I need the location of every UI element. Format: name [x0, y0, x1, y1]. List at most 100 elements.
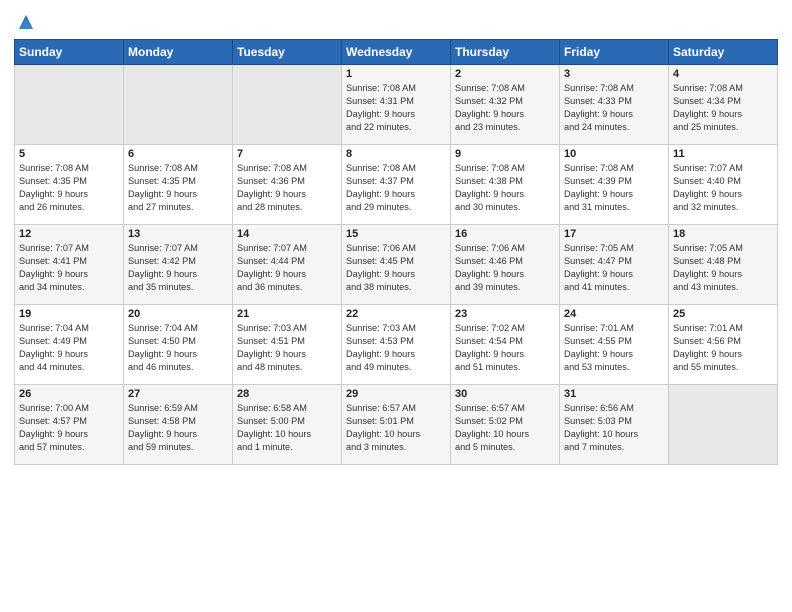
calendar-cell: 11 Sunrise: 7:07 AM Sunset: 4:40 PM Dayli…: [669, 145, 778, 225]
day-number: 20: [128, 308, 228, 320]
week-row-3: 19 Sunrise: 7:04 AM Sunset: 4:49 PM Dayli…: [15, 305, 778, 385]
calendar-cell: 15Sunrise: 7:06 AM Sunset: 4:45 PM Dayli…: [342, 225, 451, 305]
day-info: Sunrise: 7:08 AM Sunset: 4:34 PM Dayligh…: [673, 82, 773, 134]
day-info: Sunrise: 7:00 AM Sunset: 4:57 PM Dayligh…: [19, 402, 119, 454]
weekday-header-saturday: Saturday: [669, 40, 778, 65]
weekday-header-monday: Monday: [124, 40, 233, 65]
logo-text: [14, 10, 37, 33]
day-number: 22: [346, 308, 446, 320]
weekday-header-sunday: Sunday: [15, 40, 124, 65]
day-info: Sunrise: 7:04 AM Sunset: 4:49 PM Dayligh…: [19, 322, 119, 374]
calendar-cell: 10 Sunrise: 7:08 AM Sunset: 4:39 PM Dayli…: [560, 145, 669, 225]
day-info: Sunrise: 6:58 AM Sunset: 5:00 PM Dayligh…: [237, 402, 337, 454]
calendar-cell: 19 Sunrise: 7:04 AM Sunset: 4:49 PM Dayli…: [15, 305, 124, 385]
calendar-cell: 21 Sunrise: 7:03 AM Sunset: 4:51 PM Dayli…: [233, 305, 342, 385]
calendar-table: SundayMondayTuesdayWednesdayThursdayFrid…: [14, 39, 778, 465]
day-number: 29: [346, 388, 446, 400]
weekday-header-wednesday: Wednesday: [342, 40, 451, 65]
day-number: 16: [455, 228, 555, 240]
calendar-cell: 22 Sunrise: 7:03 AM Sunset: 4:53 PM Dayli…: [342, 305, 451, 385]
calendar-cell: 28 Sunrise: 6:58 AM Sunset: 5:00 PM Dayli…: [233, 385, 342, 465]
day-number: 14: [237, 228, 337, 240]
day-number: 21: [237, 308, 337, 320]
day-info: Sunrise: 7:05 AM Sunset: 4:47 PM Dayligh…: [564, 242, 664, 294]
day-info: Sunrise: 7:03 AM Sunset: 4:51 PM Dayligh…: [237, 322, 337, 374]
day-number: 10: [564, 148, 664, 160]
calendar-cell: 27Sunrise: 6:59 AM Sunset: 4:58 PM Dayli…: [124, 385, 233, 465]
weekday-header-friday: Friday: [560, 40, 669, 65]
header: [14, 10, 778, 31]
day-info: Sunrise: 7:07 AM Sunset: 4:42 PM Dayligh…: [128, 242, 228, 294]
day-info: Sunrise: 7:01 AM Sunset: 4:56 PM Dayligh…: [673, 322, 773, 374]
day-info: Sunrise: 7:08 AM Sunset: 4:39 PM Dayligh…: [564, 162, 664, 214]
calendar-cell: 20 Sunrise: 7:04 AM Sunset: 4:50 PM Dayli…: [124, 305, 233, 385]
calendar-cell: 23Sunrise: 7:02 AM Sunset: 4:54 PM Dayli…: [451, 305, 560, 385]
day-number: 9: [455, 148, 555, 160]
week-row-2: 12 Sunrise: 7:07 AM Sunset: 4:41 PM Dayli…: [15, 225, 778, 305]
calendar-cell: 12 Sunrise: 7:07 AM Sunset: 4:41 PM Dayli…: [15, 225, 124, 305]
day-info: Sunrise: 6:57 AM Sunset: 5:02 PM Dayligh…: [455, 402, 555, 454]
calendar-cell: 3 Sunrise: 7:08 AM Sunset: 4:33 PM Daylig…: [560, 65, 669, 145]
calendar-cell: [233, 65, 342, 145]
day-number: 13: [128, 228, 228, 240]
calendar-cell: 14 Sunrise: 7:07 AM Sunset: 4:44 PM Dayli…: [233, 225, 342, 305]
day-info: Sunrise: 7:01 AM Sunset: 4:55 PM Dayligh…: [564, 322, 664, 374]
day-info: Sunrise: 7:08 AM Sunset: 4:31 PM Dayligh…: [346, 82, 446, 134]
calendar-cell: 17 Sunrise: 7:05 AM Sunset: 4:47 PM Dayli…: [560, 225, 669, 305]
day-number: 4: [673, 68, 773, 80]
day-number: 25: [673, 308, 773, 320]
day-info: Sunrise: 7:07 AM Sunset: 4:41 PM Dayligh…: [19, 242, 119, 294]
calendar-cell: 16 Sunrise: 7:06 AM Sunset: 4:46 PM Dayli…: [451, 225, 560, 305]
day-number: 31: [564, 388, 664, 400]
calendar-cell: [15, 65, 124, 145]
page-container: SundayMondayTuesdayWednesdayThursdayFrid…: [0, 0, 792, 473]
calendar-cell: 1 Sunrise: 7:08 AM Sunset: 4:31 PM Daylig…: [342, 65, 451, 145]
day-number: 8: [346, 148, 446, 160]
week-row-0: 1 Sunrise: 7:08 AM Sunset: 4:31 PM Daylig…: [15, 65, 778, 145]
day-info: Sunrise: 7:08 AM Sunset: 4:35 PM Dayligh…: [128, 162, 228, 214]
calendar-cell: 25 Sunrise: 7:01 AM Sunset: 4:56 PM Dayli…: [669, 305, 778, 385]
day-info: Sunrise: 7:03 AM Sunset: 4:53 PM Dayligh…: [346, 322, 446, 374]
day-info: Sunrise: 7:07 AM Sunset: 4:44 PM Dayligh…: [237, 242, 337, 294]
day-info: Sunrise: 7:08 AM Sunset: 4:32 PM Dayligh…: [455, 82, 555, 134]
calendar-cell: 24 Sunrise: 7:01 AM Sunset: 4:55 PM Dayli…: [560, 305, 669, 385]
calendar-cell: 7Sunrise: 7:08 AM Sunset: 4:36 PM Daylig…: [233, 145, 342, 225]
day-info: Sunrise: 7:08 AM Sunset: 4:38 PM Dayligh…: [455, 162, 555, 214]
day-info: Sunrise: 6:56 AM Sunset: 5:03 PM Dayligh…: [564, 402, 664, 454]
day-number: 6: [128, 148, 228, 160]
day-number: 17: [564, 228, 664, 240]
day-number: 27: [128, 388, 228, 400]
day-info: Sunrise: 7:04 AM Sunset: 4:50 PM Dayligh…: [128, 322, 228, 374]
weekday-header-thursday: Thursday: [451, 40, 560, 65]
calendar-cell: 9 Sunrise: 7:08 AM Sunset: 4:38 PM Daylig…: [451, 145, 560, 225]
day-number: 12: [19, 228, 119, 240]
day-info: Sunrise: 7:05 AM Sunset: 4:48 PM Dayligh…: [673, 242, 773, 294]
calendar-cell: 2Sunrise: 7:08 AM Sunset: 4:32 PM Daylig…: [451, 65, 560, 145]
calendar-cell: 5Sunrise: 7:08 AM Sunset: 4:35 PM Daylig…: [15, 145, 124, 225]
day-info: Sunrise: 7:08 AM Sunset: 4:33 PM Dayligh…: [564, 82, 664, 134]
day-number: 3: [564, 68, 664, 80]
day-number: 1: [346, 68, 446, 80]
calendar-cell: 13 Sunrise: 7:07 AM Sunset: 4:42 PM Dayli…: [124, 225, 233, 305]
day-info: Sunrise: 7:06 AM Sunset: 4:46 PM Dayligh…: [455, 242, 555, 294]
calendar-cell: 30 Sunrise: 6:57 AM Sunset: 5:02 PM Dayli…: [451, 385, 560, 465]
calendar-cell: 29 Sunrise: 6:57 AM Sunset: 5:01 PM Dayli…: [342, 385, 451, 465]
weekday-header-tuesday: Tuesday: [233, 40, 342, 65]
logo-icon: [15, 11, 37, 33]
day-number: 11: [673, 148, 773, 160]
day-info: Sunrise: 7:07 AM Sunset: 4:40 PM Dayligh…: [673, 162, 773, 214]
calendar-cell: [124, 65, 233, 145]
day-number: 23: [455, 308, 555, 320]
day-number: 15: [346, 228, 446, 240]
logo: [14, 10, 37, 31]
day-info: Sunrise: 7:08 AM Sunset: 4:36 PM Dayligh…: [237, 162, 337, 214]
day-number: 19: [19, 308, 119, 320]
day-number: 30: [455, 388, 555, 400]
weekday-header-row: SundayMondayTuesdayWednesdayThursdayFrid…: [15, 40, 778, 65]
calendar-cell: [669, 385, 778, 465]
day-info: Sunrise: 7:08 AM Sunset: 4:35 PM Dayligh…: [19, 162, 119, 214]
calendar-cell: 4 Sunrise: 7:08 AM Sunset: 4:34 PM Daylig…: [669, 65, 778, 145]
day-number: 24: [564, 308, 664, 320]
day-number: 28: [237, 388, 337, 400]
day-info: Sunrise: 6:57 AM Sunset: 5:01 PM Dayligh…: [346, 402, 446, 454]
